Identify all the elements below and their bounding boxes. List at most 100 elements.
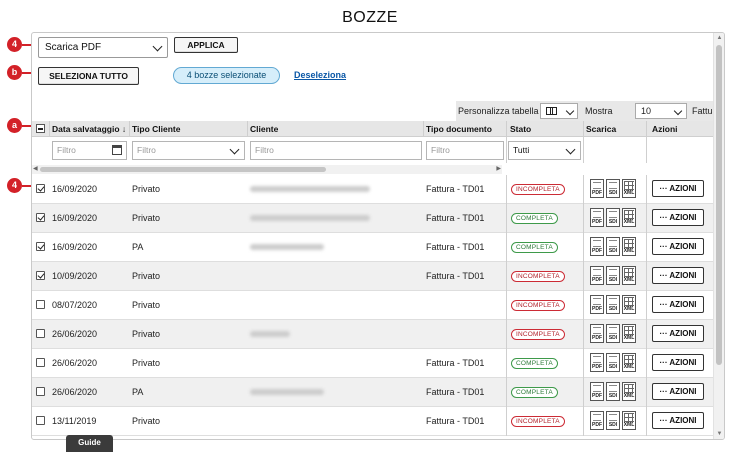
bulk-action-select[interactable]: Scarica PDF (38, 37, 168, 58)
callout-4-rows: 4 (7, 178, 22, 193)
table-row[interactable]: 26/06/2020 PA Fattura - TD01 COMPLETA PDF SDI… (32, 378, 714, 407)
download-sdi-icon[interactable]: SDI (606, 237, 620, 256)
horizontal-scrollbar[interactable]: ◀ ▶ (32, 165, 502, 174)
scroll-right-icon[interactable]: ▶ (496, 165, 501, 174)
vertical-scrollbar[interactable]: ▲ ▼ (713, 33, 724, 439)
download-pdf-icon[interactable]: PDF (590, 353, 604, 372)
download-xml-icon[interactable]: XML (622, 324, 636, 343)
filter-tipo-documento-input[interactable]: Filtro (426, 141, 504, 160)
horizontal-scroll-thumb[interactable] (40, 167, 326, 172)
row-checkbox[interactable] (36, 213, 45, 222)
table-body: 16/09/2020 Privato Fattura - TD01 INCOMPLET… (32, 175, 714, 436)
table-row[interactable]: 26/06/2020 Privato INCOMPLETA PDF SDI XML ··· … (32, 320, 714, 349)
filter-tipo-cliente-placeholder: Filtro (137, 145, 156, 155)
apply-button[interactable]: APPLICA (174, 37, 238, 53)
row-date: 16/09/2020 (52, 242, 98, 252)
header-stato[interactable]: Stato (510, 124, 531, 134)
table-row[interactable]: 16/09/2020 Privato Fattura - TD01 INCOMPLET… (32, 175, 714, 204)
download-sdi-icon[interactable]: SDI (606, 324, 620, 343)
filter-data-input[interactable]: Filtro (52, 141, 127, 160)
row-actions-button[interactable]: ··· AZIONI (652, 412, 704, 429)
download-xml-icon[interactable]: XML (622, 411, 636, 430)
table-row[interactable]: 16/09/2020 PA Fattura - TD01 COMPLETA PDF SDI… (32, 233, 714, 262)
row-checkbox[interactable] (36, 271, 45, 280)
row-checkbox[interactable] (36, 416, 45, 425)
download-xml-icon[interactable]: XML (622, 179, 636, 198)
page-title: BOZZE (342, 9, 398, 26)
download-xml-icon[interactable]: XML (622, 295, 636, 314)
header-select-toggle[interactable] (36, 124, 45, 133)
table-row[interactable]: 26/06/2020 Privato Fattura - TD01 COMPLETA P… (32, 349, 714, 378)
row-actions-button[interactable]: ··· AZIONI (652, 325, 704, 342)
row-client-redacted (250, 186, 370, 192)
download-sdi-label: SDI (608, 248, 618, 254)
row-actions-button[interactable]: ··· AZIONI (652, 267, 704, 284)
filter-cliente-input[interactable]: Filtro (250, 141, 422, 160)
row-checkbox[interactable] (36, 300, 45, 309)
row-checkbox[interactable] (36, 242, 45, 251)
download-pdf-label: PDF (592, 393, 602, 399)
download-xml-icon[interactable]: XML (622, 382, 636, 401)
table-row[interactable]: 13/11/2019 Privato Fattura - TD01 INCOMPLET… (32, 407, 714, 436)
select-all-button[interactable]: SELEZIONA TUTTO (38, 67, 139, 85)
row-checkbox[interactable] (36, 184, 45, 193)
row-checkbox[interactable] (36, 358, 45, 367)
download-sdi-icon[interactable]: SDI (606, 411, 620, 430)
row-checkbox[interactable] (36, 329, 45, 338)
table-toolbar: Personalizza tabella Mostra 10 Fatture (456, 101, 724, 121)
header-tipo-cliente[interactable]: Tipo Cliente (132, 124, 181, 134)
row-actions-button[interactable]: ··· AZIONI (652, 296, 704, 313)
page-size-select[interactable]: 10 (635, 103, 687, 119)
vertical-scroll-thumb[interactable] (716, 45, 722, 365)
download-pdf-icon[interactable]: PDF (590, 324, 604, 343)
row-date: 13/11/2019 (52, 416, 97, 426)
filter-stato-select[interactable]: Tutti (508, 141, 581, 160)
download-pdf-label: PDF (592, 248, 602, 254)
download-pdf-icon[interactable]: PDF (590, 382, 604, 401)
status-badge: COMPLETA (511, 358, 558, 369)
download-xml-icon[interactable]: XML (622, 353, 636, 372)
download-pdf-icon[interactable]: PDF (590, 179, 604, 198)
page-size-value: 10 (641, 106, 652, 116)
download-sdi-icon[interactable]: SDI (606, 179, 620, 198)
download-pdf-icon[interactable]: PDF (590, 295, 604, 314)
table-row[interactable]: 16/09/2020 Privato Fattura - TD01 COMPLETA P… (32, 204, 714, 233)
row-actions-button[interactable]: ··· AZIONI (652, 209, 704, 226)
guide-tab[interactable]: Guide (66, 435, 113, 452)
download-xml-label: XML (623, 393, 635, 399)
download-pdf-icon[interactable]: PDF (590, 208, 604, 227)
table-row[interactable]: 08/07/2020 Privato INCOMPLETA PDF SDI XML ··· … (32, 291, 714, 320)
download-sdi-icon[interactable]: SDI (606, 266, 620, 285)
download-xml-icon[interactable]: XML (622, 266, 636, 285)
download-pdf-icon[interactable]: PDF (590, 266, 604, 285)
download-xml-icon[interactable]: XML (622, 237, 636, 256)
download-sdi-label: SDI (608, 364, 618, 370)
download-pdf-icon[interactable]: PDF (590, 411, 604, 430)
download-xml-icon[interactable]: XML (622, 208, 636, 227)
callout-b: b (7, 65, 22, 80)
download-sdi-icon[interactable]: SDI (606, 353, 620, 372)
download-pdf-label: PDF (592, 335, 602, 341)
row-actions-button[interactable]: ··· AZIONI (652, 238, 704, 255)
header-tipo-documento[interactable]: Tipo documento (426, 124, 492, 134)
header-azioni: Azioni (652, 124, 678, 134)
header-cliente[interactable]: Cliente (250, 124, 278, 134)
row-checkbox[interactable] (36, 387, 45, 396)
row-actions-button[interactable]: ··· AZIONI (652, 180, 704, 197)
scroll-up-icon[interactable]: ▲ (714, 33, 724, 43)
download-pdf-icon[interactable]: PDF (590, 237, 604, 256)
header-data-salvataggio[interactable]: Data salvataggio ↓ (52, 124, 126, 134)
download-sdi-icon[interactable]: SDI (606, 208, 620, 227)
scroll-left-icon[interactable]: ◀ (33, 165, 38, 174)
column-picker[interactable] (540, 103, 578, 119)
download-sdi-icon[interactable]: SDI (606, 295, 620, 314)
table-header: Data salvataggio ↓ Tipo Cliente Cliente … (32, 121, 714, 137)
row-actions-button[interactable]: ··· AZIONI (652, 354, 704, 371)
filter-tipo-cliente-select[interactable]: Filtro (132, 141, 245, 160)
row-actions-button[interactable]: ··· AZIONI (652, 383, 704, 400)
scroll-down-icon[interactable]: ▼ (714, 429, 724, 439)
row-doc-type: Fattura - TD01 (426, 271, 485, 281)
deselect-link[interactable]: Deseleziona (294, 70, 346, 80)
download-sdi-icon[interactable]: SDI (606, 382, 620, 401)
table-row[interactable]: 10/09/2020 Privato Fattura - TD01 INCOMPLET… (32, 262, 714, 291)
